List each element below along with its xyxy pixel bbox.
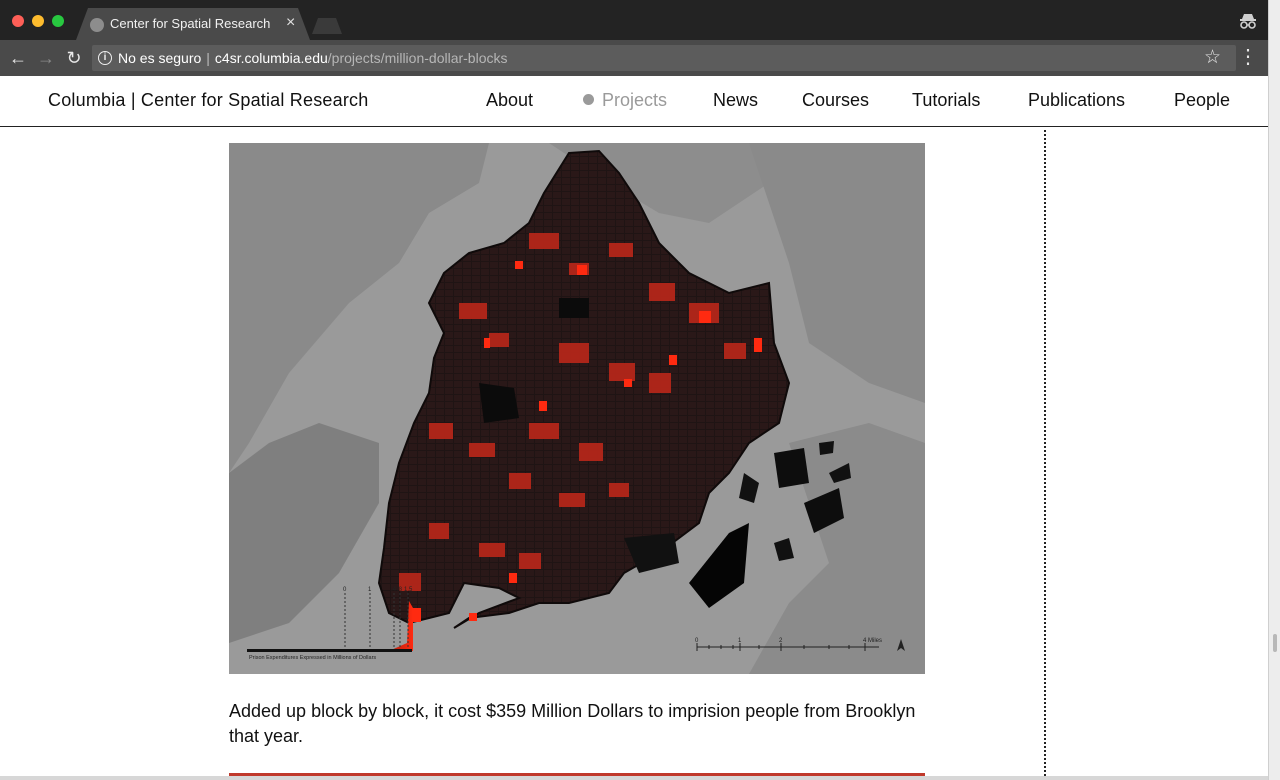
nav-news[interactable]: News xyxy=(713,90,758,111)
address-path: /projects/million-dollar-blocks xyxy=(327,50,508,66)
star-icon[interactable]: ☆ xyxy=(1204,46,1221,69)
window-bottom-edge xyxy=(0,776,1268,780)
legend-tick-2: .4 xyxy=(391,587,397,593)
legend-tick-3: .8 xyxy=(397,587,403,593)
active-dot-icon xyxy=(583,94,594,105)
nav-people[interactable]: People xyxy=(1174,90,1230,111)
address-text[interactable]: No es seguro | c4sr.columbia.edu/projects/… xyxy=(118,50,508,66)
reload-icon[interactable]: ↻ xyxy=(62,46,86,70)
nav-tutorials[interactable]: Tutorials xyxy=(912,90,980,111)
tab-close-icon[interactable]: × xyxy=(286,14,295,32)
address-separator: | xyxy=(206,50,210,66)
tab-title: Center for Spatial Research xyxy=(110,16,271,31)
scrollbar-thumb[interactable] xyxy=(1273,634,1277,652)
nav-about[interactable]: About xyxy=(486,90,533,111)
nav-projects[interactable]: Projects xyxy=(583,90,667,111)
legend-tick-4: 1.5 xyxy=(404,587,413,593)
nav-courses[interactable]: Courses xyxy=(802,90,869,111)
map-graphic: 0 1 .4 .8 1.5 Prison Expenditures Expres… xyxy=(229,143,925,674)
browser-toolbar: ← → ↻ i No es seguro | c4sr.columbia.edu/p… xyxy=(0,40,1268,76)
web-page: Columbia | Center for Spatial Research A… xyxy=(0,76,1268,776)
browser-chrome: Center for Spatial Research × ← → ↻ i No… xyxy=(0,0,1268,76)
new-tab-button[interactable] xyxy=(312,18,342,34)
site-title-link[interactable]: Columbia | Center for Spatial Research xyxy=(48,90,368,111)
close-window-button[interactable] xyxy=(12,15,24,27)
tab-strip: Center for Spatial Research × xyxy=(0,0,1268,40)
back-arrow-icon[interactable]: ← xyxy=(6,46,30,70)
browser-tab[interactable]: Center for Spatial Research × xyxy=(76,8,310,40)
dotted-divider xyxy=(1044,130,1046,776)
site-header: Columbia | Center for Spatial Research A… xyxy=(0,76,1268,127)
forward-arrow-icon[interactable]: → xyxy=(34,46,58,70)
info-icon[interactable]: i xyxy=(98,51,112,65)
maximize-window-button[interactable] xyxy=(52,15,64,27)
legend-caption: Prison Expenditures Expressed in Million… xyxy=(249,655,376,661)
map-caption: Added up block by block, it cost $359 Mi… xyxy=(229,701,916,746)
insecure-label: No es seguro xyxy=(118,50,202,66)
minimize-window-button[interactable] xyxy=(32,15,44,27)
menu-icon[interactable]: ⋮ xyxy=(1238,46,1258,70)
address-host: c4sr.columbia.edu xyxy=(214,50,328,66)
brooklyn-expenditure-map: 0 1 .4 .8 1.5 Prison Expenditures Expres… xyxy=(229,143,925,674)
address-bar[interactable]: i No es seguro | c4sr.columbia.edu/project… xyxy=(92,45,1236,71)
nav-projects-label: Projects xyxy=(602,90,668,110)
incognito-icon xyxy=(1240,14,1256,29)
scale-tick-4-miles: 4 Miles xyxy=(863,638,882,644)
nav-publications[interactable]: Publications xyxy=(1028,90,1125,111)
window-scrollbar[interactable] xyxy=(1268,0,1280,780)
favicon-icon xyxy=(90,18,104,32)
